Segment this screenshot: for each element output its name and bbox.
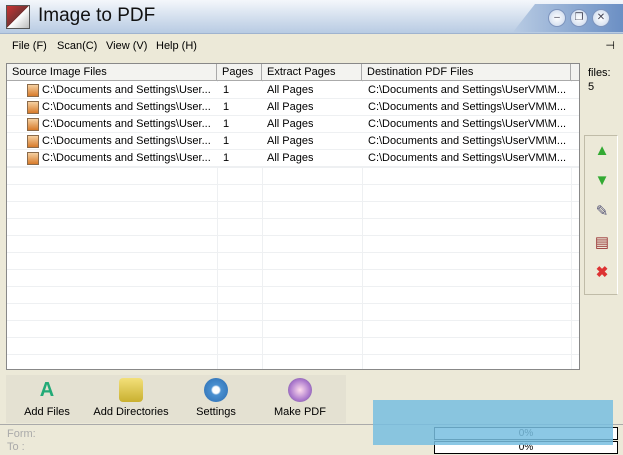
maximize-button[interactable]: ❐ [570, 9, 588, 27]
cell-destination: C:\Documents and Settings\UserVM\M... [368, 118, 567, 130]
cell-pages: 1 [223, 152, 230, 164]
cell-destination: C:\Documents and Settings\UserVM\M... [368, 152, 567, 164]
add-files-button[interactable]: A Add Files [20, 375, 74, 423]
menu-scan[interactable]: Scan(C) [57, 40, 97, 52]
column-filler [571, 64, 579, 81]
menu-bar: File (F) Scan(C) View (V) Help (H) ⊣ [0, 36, 623, 58]
edit-icon[interactable]: ✎ [593, 203, 611, 221]
cell-pages: 1 [223, 135, 230, 147]
file-table[interactable]: Source Image Files Pages Extract Pages D… [6, 63, 580, 370]
cell-extract: All Pages [267, 152, 314, 164]
cell-destination: C:\Documents and Settings\UserVM\M... [368, 135, 567, 147]
image-file-icon [27, 152, 39, 165]
table-header: Source Image Files Pages Extract Pages D… [7, 64, 579, 81]
app-icon [6, 5, 30, 29]
table-row[interactable]: C:\Documents and Settings\User... 1 All … [7, 99, 579, 116]
cell-source: C:\Documents and Settings\User... [42, 118, 211, 130]
window-title: Image to PDF [38, 5, 156, 26]
to-label: To : [7, 441, 25, 453]
files-label: files: [588, 67, 611, 79]
pdf-icon [288, 378, 312, 402]
gear-icon [204, 378, 228, 402]
add-directories-button[interactable]: Add Directories [92, 375, 170, 423]
image-file-icon [27, 84, 39, 97]
table-row[interactable]: C:\Documents and Settings\User... 1 All … [7, 116, 579, 133]
cell-source: C:\Documents and Settings\User... [42, 101, 211, 113]
watermark-logo [373, 400, 613, 445]
make-pdf-button[interactable]: Make PDF [272, 375, 328, 423]
menu-help[interactable]: Help (H) [156, 40, 197, 52]
column-source[interactable]: Source Image Files [7, 64, 217, 81]
image-file-icon [27, 118, 39, 131]
remove-item-icon[interactable]: ▤ [593, 234, 611, 252]
menu-view[interactable]: View (V) [106, 40, 147, 52]
table-row[interactable]: C:\Documents and Settings\User... 1 All … [7, 150, 579, 167]
move-down-icon[interactable]: ▼ [593, 172, 611, 190]
cell-extract: All Pages [267, 135, 314, 147]
image-file-icon [27, 135, 39, 148]
image-file-icon [27, 101, 39, 114]
column-destination[interactable]: Destination PDF Files [362, 64, 571, 81]
move-up-icon[interactable]: ▲ [593, 142, 611, 160]
column-pages[interactable]: Pages [217, 64, 262, 81]
pin-icon[interactable]: ⊣ [605, 39, 615, 52]
cell-source: C:\Documents and Settings\User... [42, 152, 211, 164]
from-label: Form: [7, 428, 36, 440]
cell-extract: All Pages [267, 118, 314, 130]
table-row[interactable]: C:\Documents and Settings\User... 1 All … [7, 133, 579, 150]
menu-file[interactable]: File (F) [12, 40, 47, 52]
cell-extract: All Pages [267, 101, 314, 113]
cell-pages: 1 [223, 118, 230, 130]
cell-extract: All Pages [267, 84, 314, 96]
side-actions: ▲ ▼ ✎ ▤ ✖ [584, 135, 618, 295]
minimize-button[interactable]: – [548, 9, 566, 27]
title-bar: Image to PDF – ❐ ✕ [0, 0, 623, 34]
toolbar: A Add Files Add Directories Settings Mak… [6, 375, 346, 423]
cell-source: C:\Documents and Settings\User... [42, 84, 211, 96]
cell-destination: C:\Documents and Settings\UserVM\M... [368, 84, 567, 96]
delete-all-icon[interactable]: ✖ [593, 264, 611, 282]
cell-pages: 1 [223, 101, 230, 113]
column-extract[interactable]: Extract Pages [262, 64, 362, 81]
settings-button[interactable]: Settings [192, 375, 240, 423]
cell-pages: 1 [223, 84, 230, 96]
cell-source: C:\Documents and Settings\User... [42, 135, 211, 147]
folder-icon [119, 378, 143, 402]
add-files-icon: A [39, 379, 55, 401]
cell-destination: C:\Documents and Settings\UserVM\M... [368, 101, 567, 113]
table-row[interactable]: C:\Documents and Settings\User... 1 All … [7, 82, 579, 99]
files-count: 5 [588, 81, 595, 93]
close-button[interactable]: ✕ [592, 9, 610, 27]
